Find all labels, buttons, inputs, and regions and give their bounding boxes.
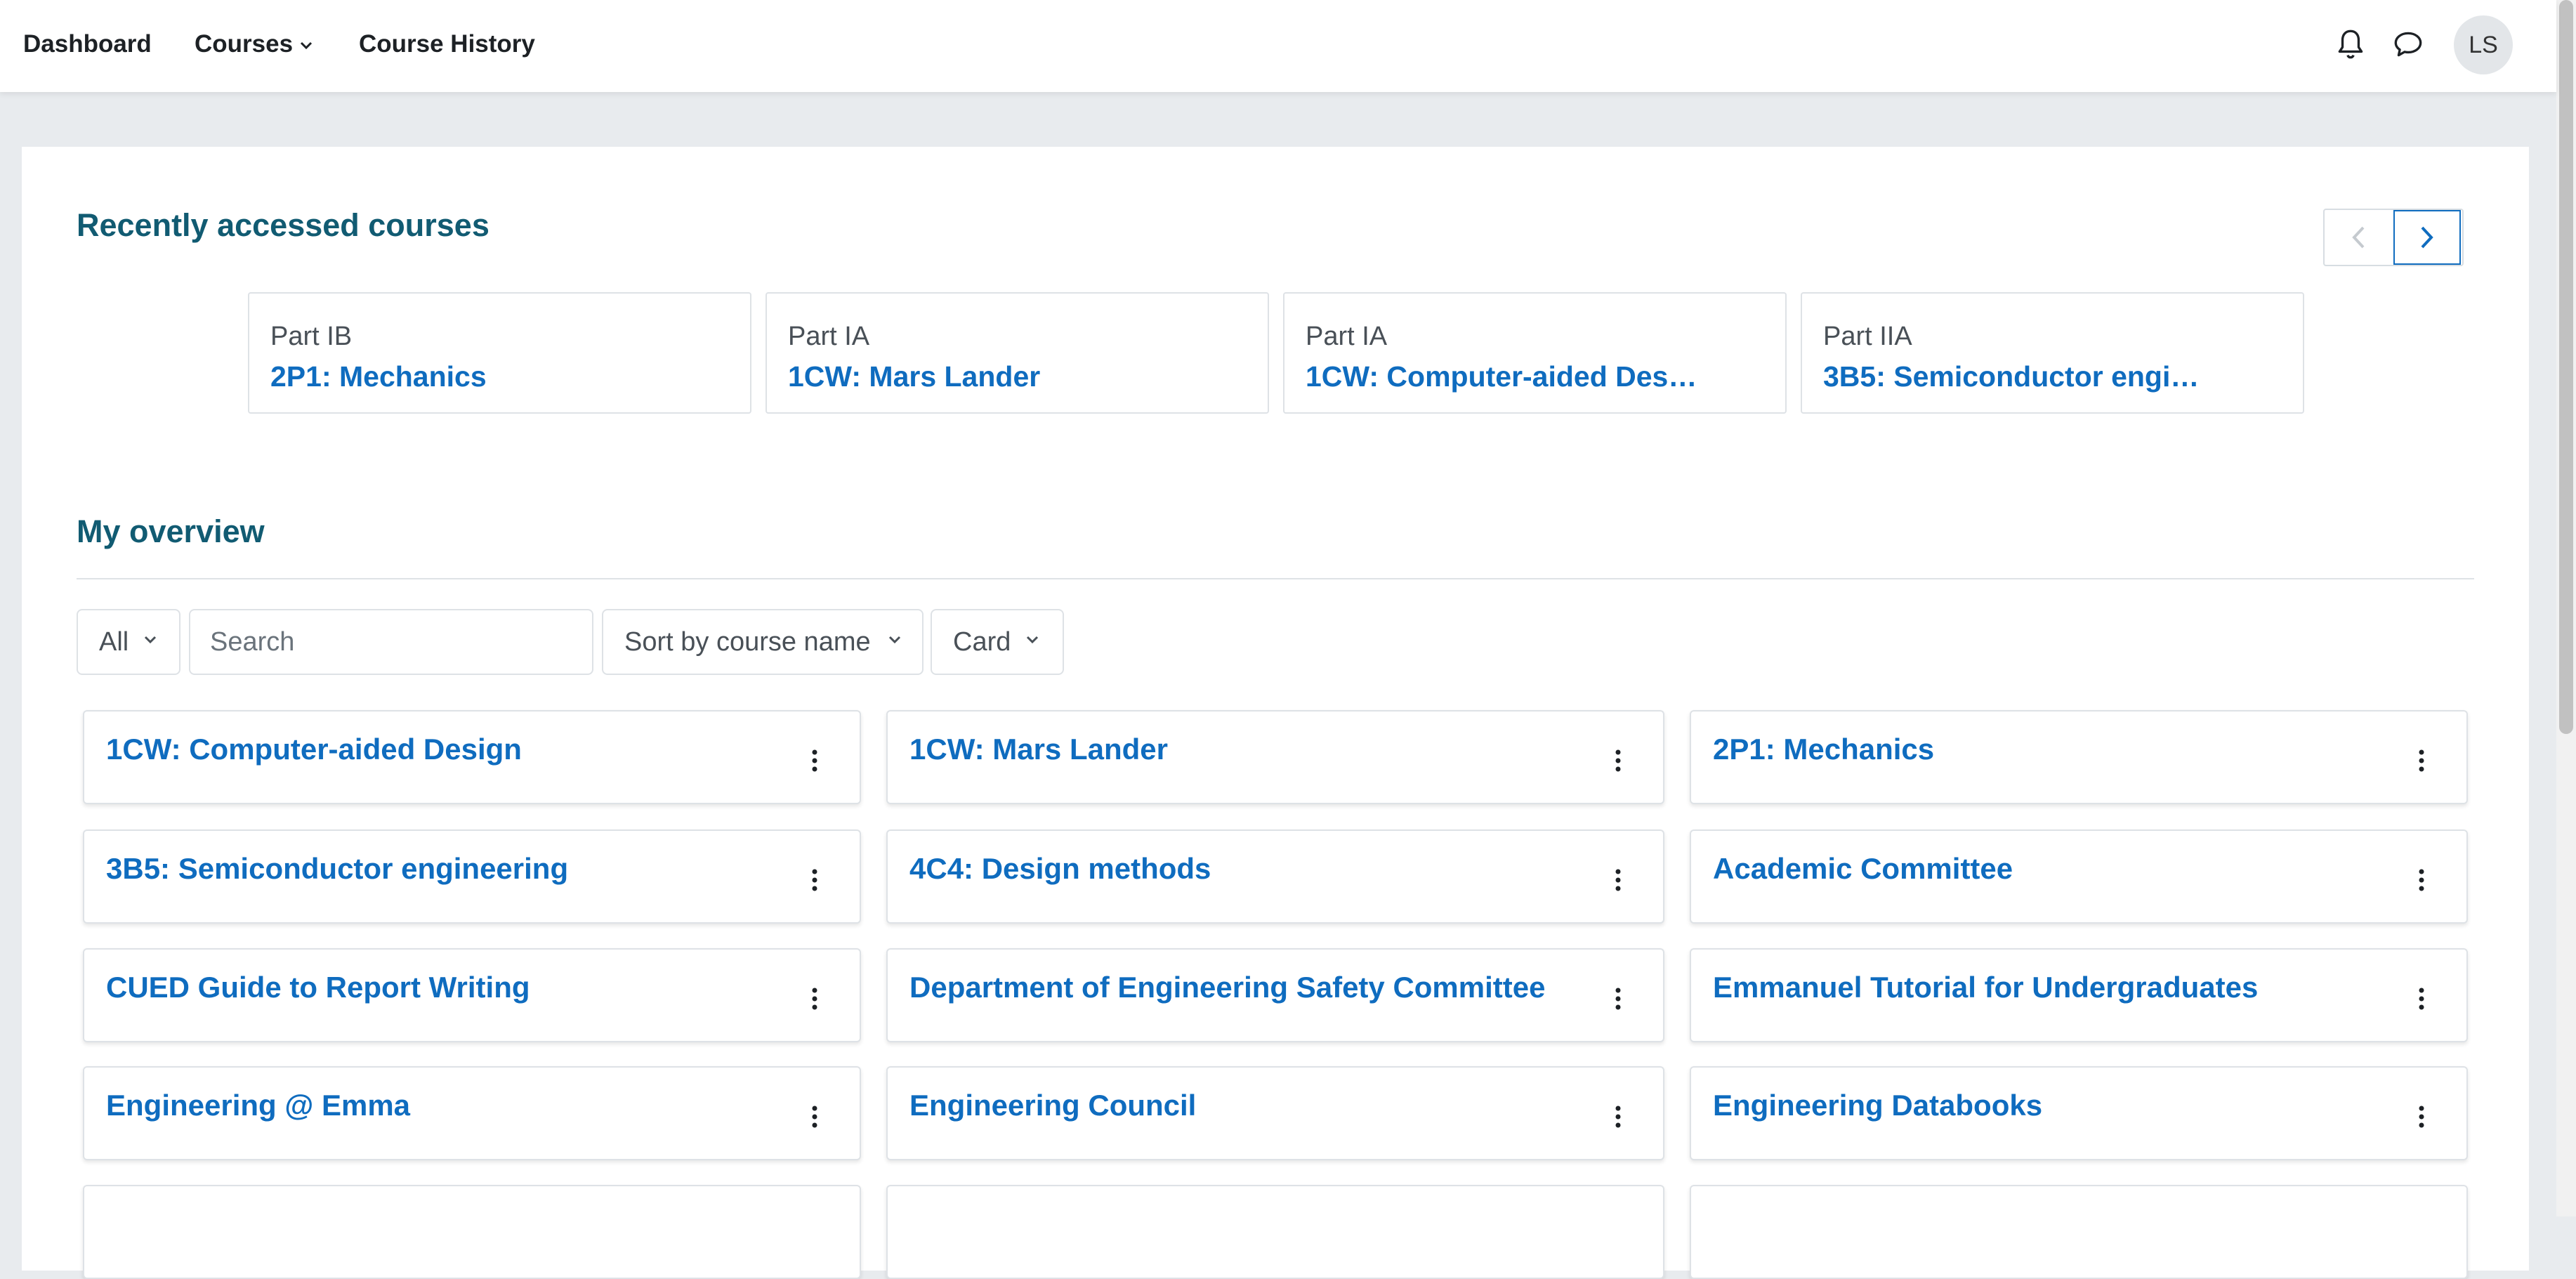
top-navbar: Dashboard Courses Course History LS (0, 0, 2556, 92)
recent-course-card[interactable]: Part IB 2P1: Mechanics (248, 292, 751, 414)
chevron-right-icon (2421, 226, 2433, 249)
chevron-down-icon (301, 41, 313, 49)
course-category: Part IA (1306, 322, 1388, 351)
course-card[interactable]: 3B5: Semiconductor engineering (83, 829, 861, 924)
course-card[interactable]: 1CW: Computer-aided Design (83, 710, 861, 804)
course-name-link[interactable]: 2P1: Mechanics (1713, 733, 1934, 766)
course-category: Part IA (788, 322, 870, 351)
course-card[interactable] (886, 1185, 1664, 1279)
more-options-icon[interactable] (1611, 747, 1625, 775)
dashboard-main: Recently accessed courses Part IB 2P1: M… (22, 147, 2529, 1279)
course-card[interactable]: Engineering Council (886, 1066, 1664, 1160)
more-options-icon[interactable] (808, 747, 822, 775)
nav-course-history-link[interactable]: Course History (359, 0, 535, 88)
course-name-link[interactable]: 3B5: Semiconductor engineering (106, 852, 568, 886)
more-options-icon[interactable] (2414, 747, 2429, 775)
search-input[interactable] (190, 610, 592, 674)
course-card[interactable]: 1CW: Mars Lander (886, 710, 1664, 804)
course-card[interactable]: 2P1: Mechanics (1690, 710, 2468, 804)
more-options-icon[interactable] (808, 1103, 822, 1131)
course-card[interactable] (1690, 1185, 2468, 1279)
recent-courses-pager (2323, 209, 2464, 266)
course-card[interactable]: CUED Guide to Report Writing (83, 948, 861, 1042)
course-name-link[interactable]: CUED Guide to Report Writing (106, 971, 530, 1004)
chevron-down-icon (144, 636, 157, 644)
course-category: Part IB (270, 322, 353, 351)
sort-label: Sort by course name (624, 627, 871, 657)
search-field[interactable] (189, 609, 593, 675)
page-scrollbar[interactable] (2556, 0, 2576, 1216)
nav-courses-menu[interactable]: Courses (195, 0, 313, 88)
previous-page-button[interactable] (2325, 210, 2392, 265)
scrollbar-thumb[interactable] (2559, 0, 2573, 734)
course-link[interactable]: 2P1: Mechanics (270, 360, 727, 393)
more-options-icon[interactable] (808, 866, 822, 894)
view-label: Card (953, 627, 1011, 657)
course-card[interactable] (83, 1185, 861, 1279)
user-avatar[interactable]: LS (2454, 15, 2513, 74)
more-options-icon[interactable] (1611, 985, 1625, 1013)
course-card[interactable]: Emmanuel Tutorial for Undergraduates (1690, 948, 2468, 1042)
recent-course-card[interactable]: Part IIA 3B5: Semiconductor engi… (1801, 292, 2304, 414)
more-options-icon[interactable] (2414, 1103, 2429, 1131)
grouping-dropdown[interactable]: All (77, 609, 180, 675)
bell-icon[interactable] (2333, 27, 2368, 62)
my-overview-title: My overview (77, 513, 265, 549)
grouping-label: All (99, 627, 129, 657)
chevron-down-icon (888, 636, 901, 644)
more-options-icon[interactable] (808, 985, 822, 1013)
sort-dropdown[interactable]: Sort by course name (602, 609, 924, 675)
course-name-link[interactable]: Academic Committee (1713, 852, 2013, 886)
more-options-icon[interactable] (2414, 866, 2429, 894)
section-divider (77, 578, 2474, 579)
course-name-link[interactable]: 1CW: Mars Lander (909, 733, 1168, 766)
course-link[interactable]: 3B5: Semiconductor engi… (1823, 360, 2280, 393)
recent-course-card[interactable]: Part IA 1CW: Computer-aided Des… (1283, 292, 1787, 414)
chat-icon[interactable] (2391, 27, 2426, 62)
course-name-link[interactable]: Department of Engineering Safety Committ… (909, 971, 1545, 1004)
course-card[interactable]: Department of Engineering Safety Committ… (886, 948, 1664, 1042)
nav-dashboard-link[interactable]: Dashboard (23, 0, 152, 88)
course-card[interactable]: 4C4: Design methods (886, 829, 1664, 924)
course-category: Part IIA (1823, 322, 1912, 351)
course-link[interactable]: 1CW: Mars Lander (788, 360, 1244, 393)
course-name-link[interactable]: Engineering Council (909, 1089, 1196, 1122)
course-card[interactable]: Engineering @ Emma (83, 1066, 861, 1160)
course-name-link[interactable]: Engineering Databooks (1713, 1089, 2042, 1122)
nav-courses-label: Courses (195, 30, 294, 58)
next-page-button[interactable] (2393, 210, 2461, 265)
recent-course-card[interactable]: Part IA 1CW: Mars Lander (765, 292, 1269, 414)
chevron-left-icon (2352, 226, 2365, 249)
course-link[interactable]: 1CW: Computer-aided Des… (1306, 360, 1762, 393)
view-dropdown[interactable]: Card (931, 609, 1064, 675)
more-options-icon[interactable] (1611, 1103, 1625, 1131)
course-name-link[interactable]: 4C4: Design methods (909, 852, 1211, 886)
more-options-icon[interactable] (1611, 866, 1625, 894)
more-options-icon[interactable] (2414, 985, 2429, 1013)
recent-courses-title: Recently accessed courses (77, 207, 489, 243)
course-name-link[interactable]: Engineering @ Emma (106, 1089, 410, 1122)
chevron-down-icon (1026, 636, 1039, 644)
course-name-link[interactable]: Emmanuel Tutorial for Undergraduates (1713, 971, 2258, 1004)
course-card[interactable]: Academic Committee (1690, 829, 2468, 924)
course-card[interactable]: Engineering Databooks (1690, 1066, 2468, 1160)
course-name-link[interactable]: 1CW: Computer-aided Design (106, 733, 522, 766)
